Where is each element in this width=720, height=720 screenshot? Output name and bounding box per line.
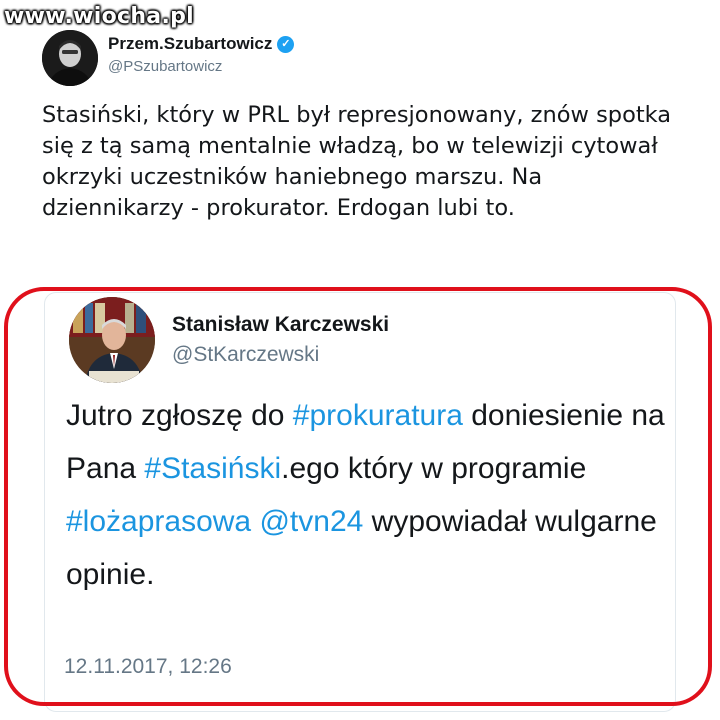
author-name-row: Przem.Szubartowicz ✓ <box>108 34 295 54</box>
quoted-tweet-text: Jutro zgłoszę do #prokuratura doniesieni… <box>66 389 666 601</box>
quoted-tweet-timestamp[interactable]: 12.11.2017, 12:26 <box>64 655 232 679</box>
author-avatar[interactable] <box>42 30 98 86</box>
tweet-text: Stasiński, który w PRL był represjonowan… <box>42 102 672 221</box>
avatar-portrait-icon <box>42 30 98 86</box>
text-segment: Jutro zgłoszę do <box>66 399 293 432</box>
hashtag-link[interactable]: #Stasiński <box>144 452 281 485</box>
mention-link[interactable]: @tvn24 <box>259 505 363 538</box>
hashtag-link[interactable]: #prokuratura <box>293 399 463 432</box>
text-segment: .ego który w programie <box>281 452 587 485</box>
hashtag-link[interactable]: #lożaprasowa <box>66 505 251 538</box>
author-handle[interactable]: @PSzubartowicz <box>108 58 222 75</box>
verified-badge-icon: ✓ <box>277 35 295 53</box>
watermark-logo: www.wiocha.pl <box>4 4 194 29</box>
quoted-author-avatar[interactable] <box>69 297 155 383</box>
quoted-avatar-portrait-icon <box>69 297 155 383</box>
author-name[interactable]: Przem.Szubartowicz <box>108 34 272 54</box>
quoted-author-name[interactable]: Stanisław Karczewski <box>172 313 389 337</box>
quoted-author-handle[interactable]: @StKarczewski <box>172 343 319 367</box>
